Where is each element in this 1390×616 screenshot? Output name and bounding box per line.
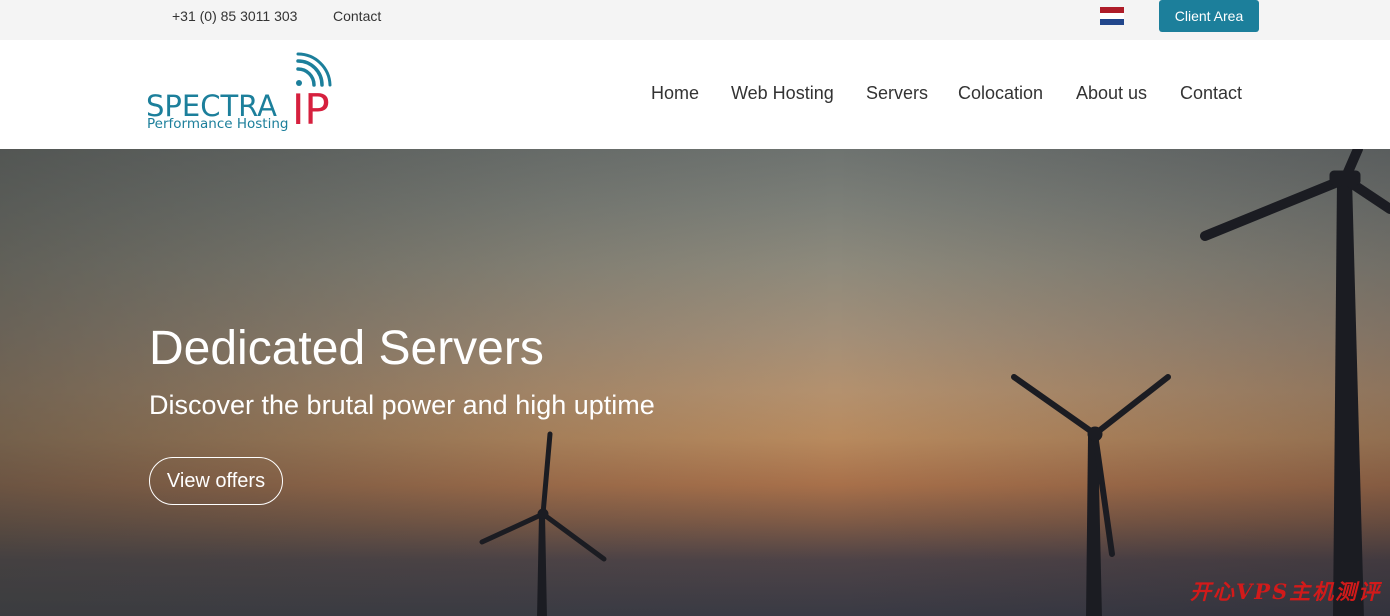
nav-item-servers[interactable]: Servers: [866, 83, 928, 104]
top-contact-link[interactable]: Contact: [333, 8, 381, 24]
wind-turbines-image: [479, 149, 1390, 616]
hero-subtitle: Discover the brutal power and high uptim…: [149, 390, 655, 420]
client-area-button[interactable]: Client Area: [1159, 0, 1259, 32]
main-nav: Home Web Hosting Servers Colocation Abou…: [0, 40, 1390, 149]
site-header: SPECTRA IP Performance Hosting Home Web …: [0, 40, 1390, 149]
hero-banner: Dedicated Servers Discover the brutal po…: [0, 149, 1390, 616]
phone-number[interactable]: +31 (0) 85 3011 303: [172, 8, 297, 24]
nav-item-contact[interactable]: Contact: [1180, 83, 1242, 104]
nav-item-colocation[interactable]: Colocation: [958, 83, 1043, 104]
nav-item-about-us[interactable]: About us: [1076, 83, 1147, 104]
watermark-text: 开心VPS主机测评: [1190, 579, 1382, 604]
top-bar: +31 (0) 85 3011 303 Contact Client Area: [0, 0, 1390, 40]
nav-item-web-hosting[interactable]: Web Hosting: [731, 83, 834, 104]
netherlands-flag-icon[interactable]: [1100, 7, 1124, 25]
view-offers-button[interactable]: View offers: [149, 457, 283, 505]
hero-title: Dedicated Servers: [149, 322, 544, 375]
nav-item-home[interactable]: Home: [651, 83, 699, 104]
